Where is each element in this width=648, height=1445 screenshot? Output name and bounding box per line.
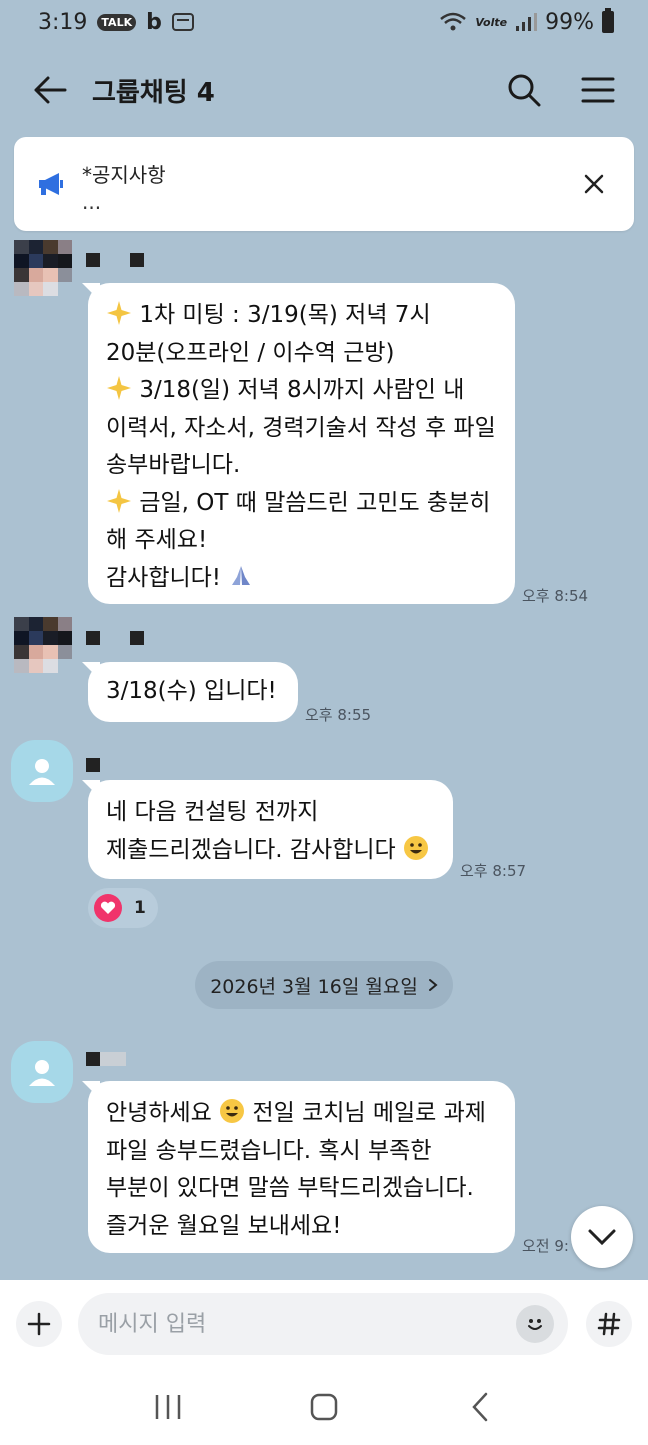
message-line: 네 다음 컨설팅 전까지: [106, 799, 319, 825]
status-time: 3:19: [38, 9, 88, 35]
message-line: 파일 송부드렸습니다. 혹시 부족한: [106, 1137, 432, 1164]
search-icon: [508, 74, 541, 107]
message-time: 오후 8:54: [522, 587, 589, 605]
sender-name-redacted: [86, 1052, 126, 1066]
attach-button[interactable]: [16, 1301, 62, 1347]
scroll-to-bottom-button[interactable]: [571, 1206, 633, 1268]
folded-hands-emoji-icon: [232, 565, 251, 585]
star-emoji-icon: [107, 301, 131, 325]
star-emoji-icon: [107, 488, 131, 513]
recent-apps-icon: [155, 1394, 181, 1419]
hashtag-button[interactable]: [586, 1301, 632, 1347]
avatar[interactable]: [14, 240, 72, 310]
plus-icon: [27, 1312, 51, 1336]
avatar[interactable]: [11, 1041, 73, 1103]
message-bubble[interactable]: 3/18(수) 입니다!: [82, 662, 298, 722]
message-time: 오후 8:57: [460, 862, 527, 880]
megaphone-icon: [36, 169, 66, 199]
battery-percent: 99%: [545, 9, 594, 35]
chevron-down-icon: [588, 1229, 616, 1246]
message-bubble[interactable]: 안녕하세요 전일 코치님 메일로 과제 파일 송부드렸습니다. 혹시 부족한 부…: [82, 1081, 515, 1253]
message-time: 오후 8:55: [305, 706, 372, 724]
chat-title: 그룹채팅 4: [92, 77, 215, 108]
message-line: 해 주세요!: [106, 527, 208, 553]
message-time: 오전 9:: [522, 1237, 569, 1255]
message-line: 송부바랍니다.: [106, 452, 241, 478]
menu-button[interactable]: [578, 70, 618, 110]
kakaotalk-notification-icon: TALK: [97, 13, 137, 31]
message-input-bar: [0, 1280, 648, 1368]
volte-icon: Volte: [475, 15, 508, 29]
home-icon: [310, 1393, 338, 1420]
heart-icon: [94, 894, 122, 922]
home-button[interactable]: [294, 1382, 354, 1432]
hashtag-icon: [597, 1312, 621, 1336]
reaction-badge[interactable]: 1: [88, 888, 158, 928]
message-bubble[interactable]: 네 다음 컨설팅 전까지 제출드리겠습니다. 감사합니다: [82, 780, 453, 879]
message-line: 안녕하세요 전일 코치님 메일로 과제: [106, 1099, 486, 1126]
message-input-container: [78, 1293, 568, 1355]
date-divider[interactable]: 2026년 3월 16일 월요일: [195, 961, 453, 1009]
smiley-emoji-icon: [404, 835, 429, 860]
hamburger-menu-icon: [581, 77, 615, 103]
sender-name-redacted: [86, 631, 144, 645]
close-icon: [584, 174, 604, 194]
avatar[interactable]: [11, 740, 73, 802]
message-line: 제출드리겠습니다. 감사합니다: [106, 832, 435, 870]
star-emoji-icon: [107, 376, 131, 400]
default-profile-icon: [29, 759, 55, 785]
sender-name-redacted: [86, 253, 144, 267]
message-line: 부분이 있다면 말씀 부탁드리겠습니다.: [106, 1175, 474, 1201]
sender-name-redacted: [86, 758, 100, 772]
message-line: 즐거운 월요일 보내세요!: [106, 1212, 342, 1239]
wifi-icon: [440, 12, 467, 31]
message-input[interactable]: [98, 1311, 516, 1337]
search-button[interactable]: [504, 70, 544, 110]
arrow-left-icon: [34, 76, 67, 104]
smiley-face-icon: [528, 1319, 542, 1330]
smiley-emoji-icon: [220, 1099, 245, 1123]
chevron-right-icon: [428, 979, 438, 991]
avatar[interactable]: [14, 617, 72, 687]
message-line: 20분(오프라인 / 이수역 근방): [106, 339, 395, 366]
back-button[interactable]: [30, 70, 70, 110]
notice-close-button[interactable]: [574, 164, 614, 204]
voicemail-icon: [171, 13, 194, 31]
message-line: 1차 미팅 : 3/19(목) 저녁 7시: [106, 297, 497, 335]
blog-notification-icon: b: [146, 9, 162, 35]
recent-apps-button[interactable]: [138, 1382, 198, 1432]
chat-header: 그룹채팅 4: [0, 52, 648, 128]
message-line: 3/18(일) 저녁 8시까지 사람인 내: [106, 372, 497, 410]
default-profile-icon: [29, 1060, 55, 1086]
message-bubble[interactable]: 1차 미팅 : 3/19(목) 저녁 7시 20분(오프라인 / 이수역 근방)…: [82, 283, 515, 604]
notice-subtitle: ...: [82, 189, 102, 214]
emoticon-button[interactable]: [516, 1305, 554, 1343]
notice-title: *공지사항: [82, 162, 166, 187]
status-bar: 3:19 TALK b Volte 99%: [0, 0, 648, 44]
date-divider-label: 2026년 3월 16일 월요일: [210, 975, 418, 998]
notice-banner[interactable]: *공지사항 ...: [14, 137, 634, 231]
reaction-count: 1: [134, 898, 146, 918]
message-line: 감사합니다!: [106, 560, 497, 598]
back-nav-button[interactable]: [450, 1382, 510, 1432]
battery-icon: [602, 8, 614, 33]
signal-icon: [516, 13, 538, 31]
message-line: 이력서, 자소서, 경력기술서 작성 후 파일: [106, 414, 496, 441]
message-line: 금일, OT 때 말씀드린 고민도 충분히: [106, 485, 497, 523]
system-navigation-bar: [0, 1368, 648, 1445]
back-chevron-icon: [472, 1392, 488, 1421]
message-line: 3/18(수) 입니다!: [106, 678, 277, 704]
